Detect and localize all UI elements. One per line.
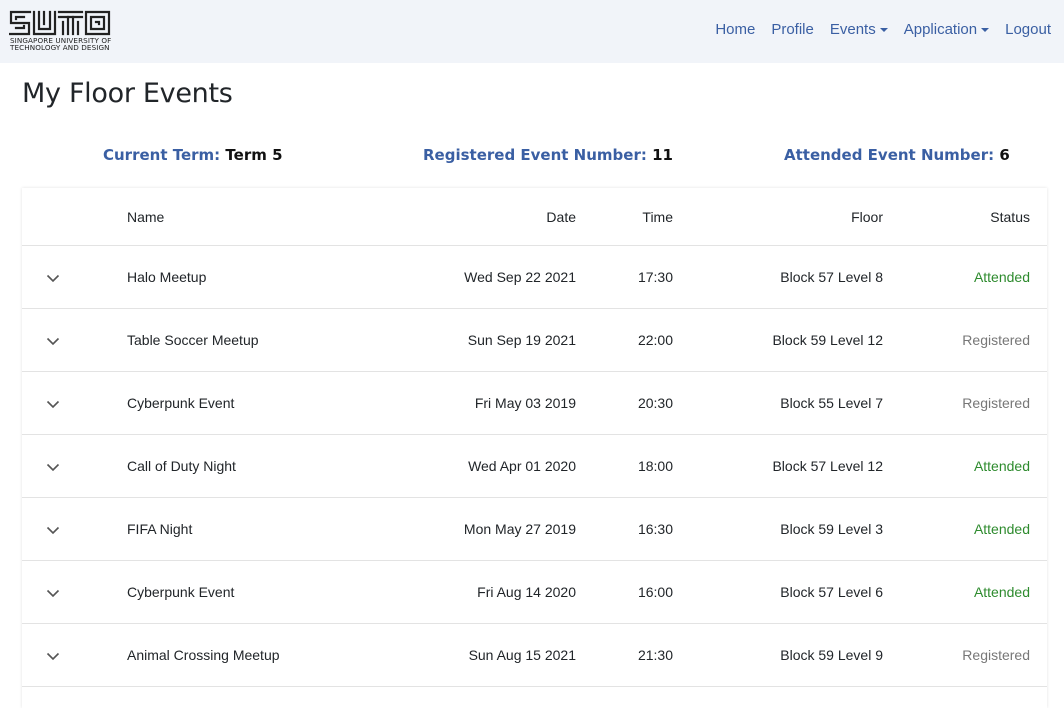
current-term-label: Current Term: bbox=[103, 146, 221, 164]
nav-application-label: Application bbox=[903, 21, 978, 38]
event-time-cell: 17:30 bbox=[637, 269, 673, 285]
current-term-value: Term 5 bbox=[225, 146, 283, 164]
nav-home-link[interactable]: Home bbox=[715, 21, 755, 38]
event-time-cell: 20:30 bbox=[637, 395, 673, 411]
event-floor-cell: Block 57 Level 12 bbox=[772, 458, 883, 474]
nav-links: Home Profile Events Application Logout bbox=[699, 21, 1051, 38]
navbar: SINGAPORE UNIVERSITY OF TECHNOLOGY AND D… bbox=[0, 0, 1064, 63]
event-status-cell: Attended bbox=[973, 521, 1030, 537]
chevron-down-icon[interactable] bbox=[45, 333, 61, 349]
attended-count-label: Attended Event Number: bbox=[784, 146, 995, 164]
nav-application-dropdown[interactable]: Application bbox=[903, 21, 990, 38]
event-floor-cell: Block 59 Level 9 bbox=[780, 647, 883, 663]
attended-count-stat: Attended Event Number: 6 bbox=[784, 146, 1010, 164]
header-date[interactable]: Date bbox=[546, 209, 576, 225]
chevron-down-icon[interactable] bbox=[45, 396, 61, 412]
table-header: Name Date Time Floor Status bbox=[22, 188, 1047, 246]
header-status[interactable]: Status bbox=[990, 209, 1030, 225]
chevron-down-icon[interactable] bbox=[45, 585, 61, 601]
table-row[interactable]: Call of Duty Night Wed Apr 01 2020 18:00 Bl… bbox=[22, 435, 1047, 498]
event-name-cell: FIFA Night bbox=[127, 521, 193, 537]
event-date-cell: Wed Sep 22 2021 bbox=[464, 269, 576, 285]
events-table: Name Date Time Floor Status Halo Meetup W… bbox=[22, 188, 1047, 708]
table-row[interactable]: Halo Meetup Wed Sep 22 2021 17:30 Block 57 … bbox=[22, 246, 1047, 309]
table-row[interactable]: Cyberpunk Event Fri Aug 14 2020 16:00 Block… bbox=[22, 561, 1047, 624]
table-row[interactable]: FIFA Night Mon May 27 2019 16:30 Block 59 L… bbox=[22, 498, 1047, 561]
page-title: My Floor Events bbox=[22, 78, 233, 109]
event-time-cell: 21:30 bbox=[637, 647, 673, 663]
event-status-cell: Registered bbox=[962, 647, 1030, 663]
event-name-cell: Cyberpunk Event bbox=[127, 395, 235, 411]
chevron-down-icon[interactable] bbox=[45, 270, 61, 286]
event-floor-cell: Block 57 Level 6 bbox=[780, 584, 883, 600]
event-date-cell: Sun Sep 19 2021 bbox=[467, 332, 576, 348]
event-floor-cell: Block 59 Level 12 bbox=[772, 332, 883, 348]
event-date-cell: Wed Apr 01 2020 bbox=[468, 458, 576, 474]
stats-bar: Current Term: Term 5 Registered Event Nu… bbox=[0, 146, 1064, 166]
event-date-cell: Fri Aug 14 2020 bbox=[477, 584, 576, 600]
event-time-cell: 18:00 bbox=[637, 458, 673, 474]
event-name-cell: Cyberpunk Event bbox=[127, 584, 235, 600]
chevron-down-icon[interactable] bbox=[45, 522, 61, 538]
event-date-cell: Fri May 03 2019 bbox=[474, 395, 576, 411]
event-floor-cell: Block 55 Level 7 bbox=[780, 395, 883, 411]
current-term-stat: Current Term: Term 5 bbox=[103, 146, 283, 164]
table-row[interactable]: Table Soccer Meetup Sun Sep 19 2021 22:00 B… bbox=[22, 309, 1047, 372]
chevron-down-icon[interactable] bbox=[45, 459, 61, 475]
attended-count-value: 6 bbox=[999, 146, 1010, 164]
header-floor[interactable]: Floor bbox=[851, 209, 883, 225]
header-time[interactable]: Time bbox=[642, 209, 673, 225]
registered-count-value: 11 bbox=[652, 146, 673, 164]
event-name-cell: Table Soccer Meetup bbox=[127, 332, 259, 348]
event-name-cell: Animal Crossing Meetup bbox=[127, 647, 280, 663]
header-name[interactable]: Name bbox=[127, 209, 164, 225]
event-floor-cell: Block 57 Level 8 bbox=[780, 269, 883, 285]
event-status-cell: Attended bbox=[973, 584, 1030, 600]
nav-events-dropdown[interactable]: Events bbox=[830, 21, 888, 38]
table-row[interactable]: Cyberpunk Event Fri May 03 2019 20:30 Block… bbox=[22, 372, 1047, 435]
caret-down-icon bbox=[981, 28, 990, 32]
event-status-cell: Attended bbox=[973, 458, 1030, 474]
table-row[interactable]: Animal Crossing Meetup Sun Aug 15 2021 21:… bbox=[22, 624, 1047, 687]
sutd-logo-mark bbox=[9, 10, 111, 36]
event-name-cell: Call of Duty Night bbox=[127, 458, 236, 474]
event-status-cell: Registered bbox=[962, 332, 1030, 348]
event-floor-cell: Block 59 Level 3 bbox=[780, 521, 883, 537]
logo-caption-line-2: TECHNOLOGY AND DESIGN bbox=[10, 43, 110, 53]
registered-count-label: Registered Event Number: bbox=[423, 146, 647, 164]
event-status-cell: Attended bbox=[973, 269, 1030, 285]
event-name-cell: Halo Meetup bbox=[127, 269, 207, 285]
caret-down-icon bbox=[879, 28, 888, 32]
event-status-cell: Registered bbox=[962, 395, 1030, 411]
chevron-down-icon[interactable] bbox=[45, 648, 61, 664]
event-date-cell: Sun Aug 15 2021 bbox=[468, 647, 576, 663]
sutd-logo[interactable]: SINGAPORE UNIVERSITY OF TECHNOLOGY AND D… bbox=[9, 10, 112, 52]
event-date-cell: Mon May 27 2019 bbox=[463, 521, 576, 537]
nav-profile-link[interactable]: Profile bbox=[771, 21, 814, 38]
nav-logout-link[interactable]: Logout bbox=[1005, 21, 1051, 38]
registered-count-stat: Registered Event Number: 11 bbox=[423, 146, 673, 164]
event-time-cell: 16:30 bbox=[637, 521, 673, 537]
event-time-cell: 22:00 bbox=[637, 332, 673, 348]
event-time-cell: 16:00 bbox=[637, 584, 673, 600]
nav-events-label: Events bbox=[829, 21, 876, 38]
logo-caption: SINGAPORE UNIVERSITY OF TECHNOLOGY AND D… bbox=[10, 37, 111, 52]
